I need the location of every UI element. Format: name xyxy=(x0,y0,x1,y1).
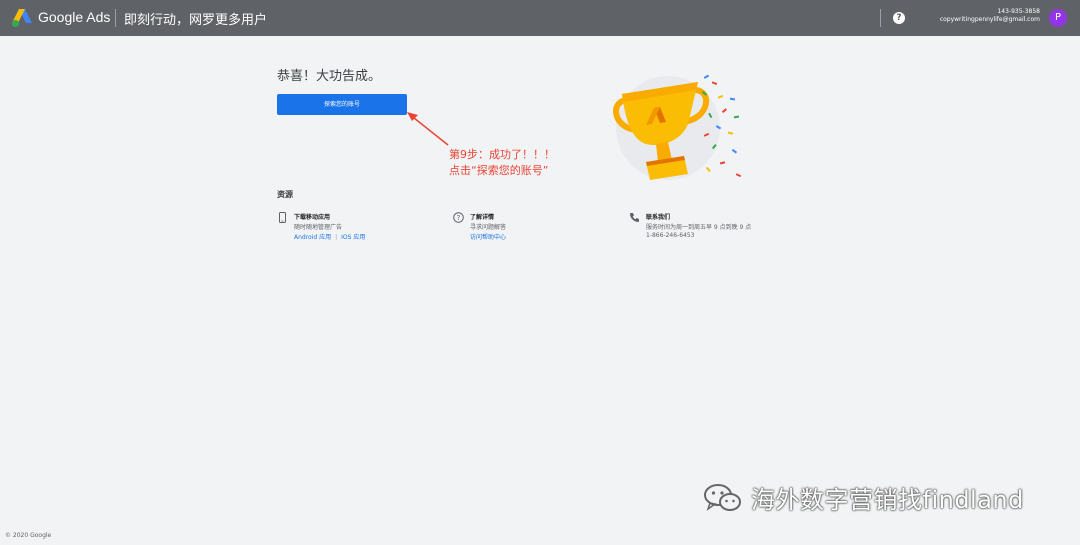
annotation-instruction-text: 点击“探索您的账号” xyxy=(449,164,549,177)
link-separator: | xyxy=(335,234,338,241)
resource-description: 随时随地管理广告 xyxy=(294,224,343,231)
header-divider xyxy=(115,9,116,27)
annotation-step-text: 第9步：成功了！！！ xyxy=(449,148,555,161)
header-tagline: 即刻行动，网罗更多用户 xyxy=(124,13,268,28)
resource-description: 服务时间为周一到周五早 9 点到晚 9 点 xyxy=(646,224,752,231)
watermark-text: 海外数字营销找findland xyxy=(751,486,1024,514)
header-divider-right xyxy=(880,9,881,27)
resource-title: 下载移动应用 xyxy=(294,214,331,221)
account-email: copywritingpennylife@gmail.com xyxy=(939,16,1040,23)
mobile-phone-icon xyxy=(279,212,286,223)
explore-account-button[interactable]: 探索您的账号 xyxy=(277,94,407,115)
brand-name[interactable]: Google Ads xyxy=(38,9,110,25)
page-title: 恭喜！大功告成。 xyxy=(277,69,382,84)
help-circle-icon[interactable]: ? xyxy=(893,12,905,24)
resource-title: 联系我们 xyxy=(646,214,671,221)
resources-heading: 资源 xyxy=(277,190,293,199)
trophy-icon xyxy=(613,74,742,180)
account-id: 143-935-3858 xyxy=(997,8,1040,15)
top-bar: Google Ads 即刻行动，网罗更多用户 ? 143-935-3858 co… xyxy=(0,0,1080,36)
avatar[interactable]: P xyxy=(1049,9,1067,27)
copyright-text: © 2020 Google xyxy=(5,532,52,539)
wechat-icon xyxy=(704,484,741,511)
resource-links: Android 应用 | IOS 应用 xyxy=(294,232,365,241)
svg-text:?: ? xyxy=(457,214,461,222)
ios-app-link[interactable]: IOS 应用 xyxy=(341,234,365,241)
google-ads-logo-icon[interactable] xyxy=(12,9,32,27)
contact-phone-number: 1-866-246-6453 xyxy=(646,232,695,239)
phone-icon xyxy=(630,213,639,222)
resource-title: 了解详情 xyxy=(470,214,495,221)
help-circle-icon: ? xyxy=(453,212,464,223)
help-center-link[interactable]: 访问帮助中心 xyxy=(470,232,506,241)
android-app-link[interactable]: Android 应用 xyxy=(294,234,331,241)
resource-description: 寻求问题解答 xyxy=(470,224,507,231)
